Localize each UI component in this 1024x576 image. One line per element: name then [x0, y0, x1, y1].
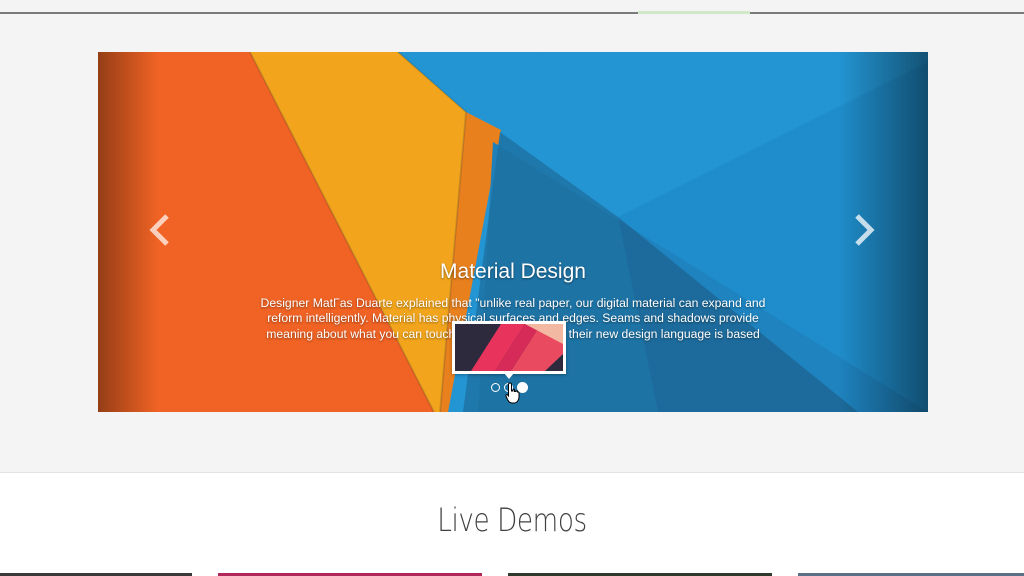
thumbnail-image: [455, 324, 563, 371]
slide-caption-title: Material Design: [440, 260, 586, 283]
live-demos-heading: Live Demos: [437, 501, 587, 539]
next-slide-button[interactable]: [844, 210, 884, 250]
hand-cursor-icon: [505, 382, 520, 404]
live-demos-section: Live Demos: [0, 473, 1024, 576]
slider-section: Material Design Designer MatΓas Duarte e…: [0, 14, 1024, 473]
top-nav-bar: [0, 0, 1024, 14]
chevron-right-icon: [855, 214, 875, 246]
prev-slide-button[interactable]: [140, 210, 180, 250]
chevron-left-icon: [149, 214, 169, 246]
slide-thumbnail-preview: [452, 321, 566, 379]
image-slider[interactable]: Material Design Designer MatΓas Duarte e…: [98, 52, 928, 412]
slide-dot-1[interactable]: [491, 382, 500, 392]
thumbnail-pointer: [504, 373, 514, 379]
